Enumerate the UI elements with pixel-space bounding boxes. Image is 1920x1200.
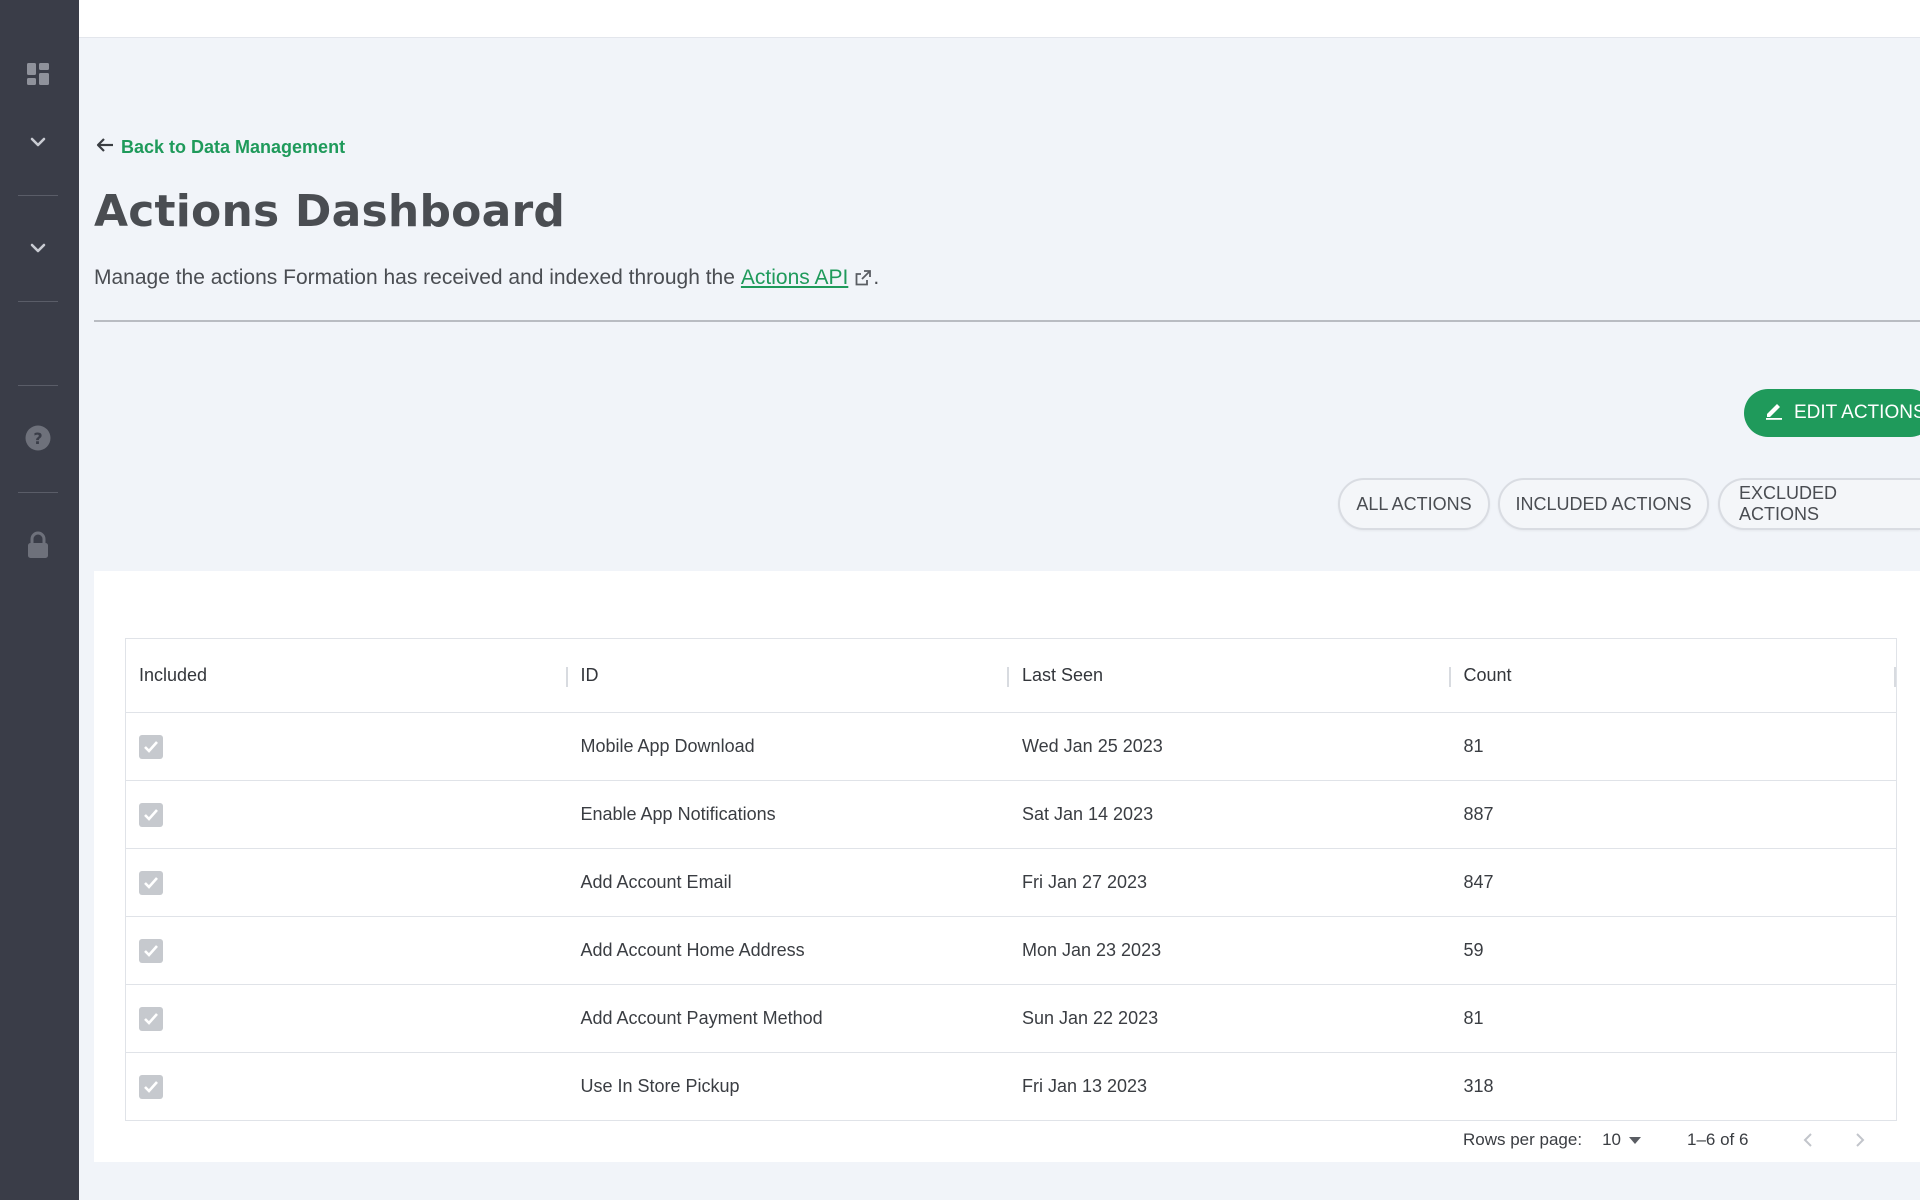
- included-checkbox[interactable]: [139, 1074, 163, 1099]
- divider: [94, 320, 1920, 322]
- id-cell: Add Account Home Address: [580, 940, 805, 960]
- chevron-down-icon[interactable]: [22, 232, 54, 264]
- pencil-icon: [1764, 400, 1784, 426]
- included-checkbox[interactable]: [139, 870, 163, 895]
- included-cell: [126, 713, 567, 780]
- external-link-icon[interactable]: [855, 270, 872, 286]
- table-row[interactable]: Use In Store Pickup Fri Jan 13 2023 318: [126, 1053, 1896, 1121]
- description-suffix: .: [873, 266, 880, 289]
- column-label: ID: [580, 665, 599, 685]
- column-header-last-seen[interactable]: Last Seen: [1009, 639, 1451, 712]
- filter-label: ALL ACTIONS: [1356, 493, 1472, 514]
- filter-all-actions[interactable]: ALL ACTIONS: [1338, 478, 1490, 530]
- last-seen-cell: Sat Jan 14 2023: [1021, 804, 1154, 824]
- actions-api-link[interactable]: Actions API: [741, 266, 848, 290]
- arrow-left-icon: [95, 136, 115, 159]
- included-checkbox[interactable]: [139, 1006, 163, 1031]
- filter-label: EXCLUDED ACTIONS: [1739, 483, 1838, 524]
- included-cell: [126, 985, 567, 1052]
- included-checkbox[interactable]: [139, 938, 163, 963]
- column-label: Included: [139, 665, 208, 685]
- bottom-strip: [79, 1162, 1920, 1200]
- filter-excluded-actions[interactable]: EXCLUDED ACTIONS: [1718, 478, 1920, 530]
- sidebar: ?: [0, 0, 79, 1200]
- edit-actions-button[interactable]: EDIT ACTIONS: [1744, 389, 1920, 437]
- back-link-label: Back to Data Management: [121, 137, 346, 157]
- actions-table: Included ID Last Seen Count Mobile App D…: [125, 638, 1897, 1121]
- included-checkbox[interactable]: [139, 802, 163, 827]
- table-row[interactable]: Mobile App Download Wed Jan 25 2023 81: [126, 713, 1896, 781]
- top-bar: [79, 0, 1920, 38]
- page-title: Actions Dashboard: [94, 186, 566, 237]
- caret-down-icon: [1629, 1130, 1641, 1150]
- pagination: Rows per page: 10 1–6 of 6: [1463, 1130, 1902, 1150]
- count-cell: 318: [1463, 1076, 1494, 1096]
- id-cell: Enable App Notifications: [580, 804, 776, 824]
- count-cell: 847: [1463, 872, 1494, 892]
- included-checkbox[interactable]: [139, 734, 163, 759]
- page-description: Manage the actions Formation has receive…: [94, 266, 879, 290]
- filter-included-actions[interactable]: INCLUDED ACTIONS: [1498, 478, 1709, 530]
- included-cell: [126, 849, 567, 916]
- count-cell: 59: [1463, 940, 1484, 960]
- back-to-data-management-link[interactable]: Back to Data Management: [95, 136, 345, 159]
- id-cell: Add Account Payment Method: [580, 1008, 823, 1028]
- dashboard-icon[interactable]: [22, 58, 54, 90]
- table-row[interactable]: Enable App Notifications Sat Jan 14 2023…: [126, 781, 1896, 849]
- count-cell: 887: [1463, 804, 1494, 824]
- help-icon[interactable]: ?: [22, 422, 54, 454]
- sidebar-divider: [18, 195, 58, 196]
- included-cell: [126, 917, 567, 984]
- edit-actions-label: EDIT ACTIONS: [1794, 402, 1920, 423]
- column-header-id[interactable]: ID: [568, 639, 1009, 712]
- last-seen-cell: Fri Jan 27 2023: [1021, 872, 1148, 892]
- last-seen-cell: Wed Jan 25 2023: [1021, 736, 1163, 756]
- pagination-range: 1–6 of 6: [1687, 1130, 1749, 1149]
- chevron-down-icon[interactable]: [22, 126, 54, 158]
- included-cell: [126, 1053, 567, 1120]
- column-header-included[interactable]: Included: [126, 639, 568, 712]
- table-row[interactable]: Add Account Payment Method Sun Jan 22 20…: [126, 985, 1896, 1053]
- column-label: Last Seen: [1022, 665, 1104, 685]
- table-header: Included ID Last Seen Count: [126, 639, 1896, 713]
- last-seen-cell: Mon Jan 23 2023: [1021, 940, 1162, 960]
- main-content: Back to Data Management Actions Dashboar…: [79, 38, 1920, 1200]
- description-text: Manage the actions Formation has receive…: [94, 266, 735, 289]
- column-header-count[interactable]: Count: [1451, 639, 1896, 712]
- table-row[interactable]: Add Account Home Address Mon Jan 23 2023…: [126, 917, 1896, 985]
- sidebar-divider: [18, 492, 58, 493]
- id-cell: Use In Store Pickup: [580, 1076, 740, 1096]
- next-page-button[interactable]: [1850, 1130, 1870, 1150]
- rows-per-page-select[interactable]: 10: [1602, 1130, 1641, 1150]
- actions-table-panel: Included ID Last Seen Count Mobile App D…: [94, 571, 1920, 1200]
- column-label: Count: [1463, 665, 1512, 685]
- sidebar-divider: [18, 385, 58, 386]
- svg-text:?: ?: [33, 429, 42, 448]
- id-cell: Mobile App Download: [580, 736, 755, 756]
- id-cell: Add Account Email: [580, 872, 732, 892]
- table-row[interactable]: Add Account Email Fri Jan 27 2023 847: [126, 849, 1896, 917]
- previous-page-button[interactable]: [1798, 1130, 1818, 1150]
- count-cell: 81: [1463, 736, 1484, 756]
- lock-icon[interactable]: [22, 529, 54, 561]
- last-seen-cell: Sun Jan 22 2023: [1021, 1008, 1159, 1028]
- rows-per-page-label: Rows per page:: [1463, 1130, 1583, 1149]
- last-seen-cell: Fri Jan 13 2023: [1021, 1076, 1148, 1096]
- included-cell: [126, 781, 567, 848]
- rows-per-page-value: 10: [1602, 1130, 1621, 1149]
- count-cell: 81: [1463, 1008, 1484, 1028]
- column-separator[interactable]: [1894, 667, 1896, 687]
- sidebar-divider: [18, 301, 58, 302]
- filter-label: INCLUDED ACTIONS: [1515, 493, 1692, 514]
